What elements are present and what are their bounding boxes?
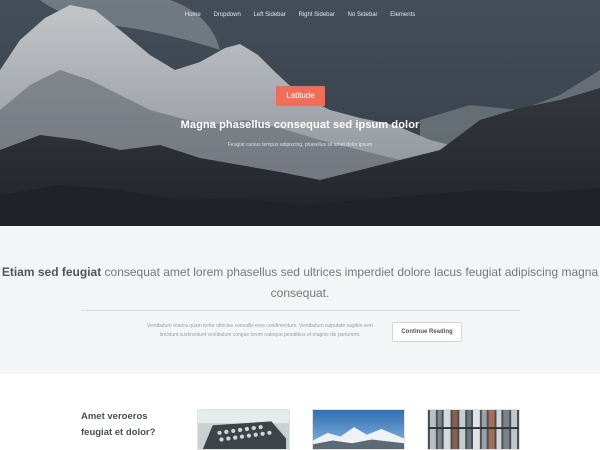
divider	[81, 310, 520, 311]
bookshelf-thumbnail[interactable]	[427, 409, 520, 450]
nav-home[interactable]: Home	[185, 12, 201, 18]
typewriter-thumbnail[interactable]	[197, 409, 290, 450]
mountain-image	[313, 410, 404, 449]
typewriter-image	[198, 410, 289, 449]
intro-body: Vestibulum viverra quam tortor ultricies…	[147, 323, 373, 338]
nav-no-sidebar[interactable]: No Sidebar	[348, 12, 378, 18]
hero-banner: Home Dropdown Left Sidebar Right Sidebar…	[0, 0, 600, 226]
intro-heading-text: consequat amet lorem phasellus sed ultri…	[101, 265, 599, 300]
nav-left-sidebar[interactable]: Left Sidebar	[253, 12, 285, 18]
hero-subtitle: Feugiat cursus tempus adipiscing, phasel…	[227, 142, 373, 148]
hero-overlay	[0, 0, 600, 226]
mountain-thumbnail[interactable]	[312, 409, 405, 450]
continue-reading-button[interactable]: Continue Reading	[392, 322, 462, 342]
intro-heading-bold: Etiam sed feugiat	[1, 265, 102, 279]
nav-right-sidebar[interactable]: Right Sidebar	[299, 12, 335, 18]
intro-heading: Etiam sed feugiat consequat amet lorem p…	[0, 262, 600, 304]
hero-title: Magna phasellus consequat sed ipsum dolo…	[180, 119, 420, 131]
bookshelf-image	[428, 410, 519, 449]
main-nav: Home Dropdown Left Sidebar Right Sidebar…	[0, 12, 600, 18]
section-title: Amet veroeros feugiat et dolor?	[81, 411, 156, 438]
site-badge[interactable]: Latitude	[276, 86, 325, 106]
nav-elements[interactable]: Elements	[390, 12, 415, 18]
intro-section: Etiam sed feugiat consequat amet lorem p…	[0, 226, 600, 374]
nav-dropdown[interactable]: Dropdown	[213, 12, 240, 18]
